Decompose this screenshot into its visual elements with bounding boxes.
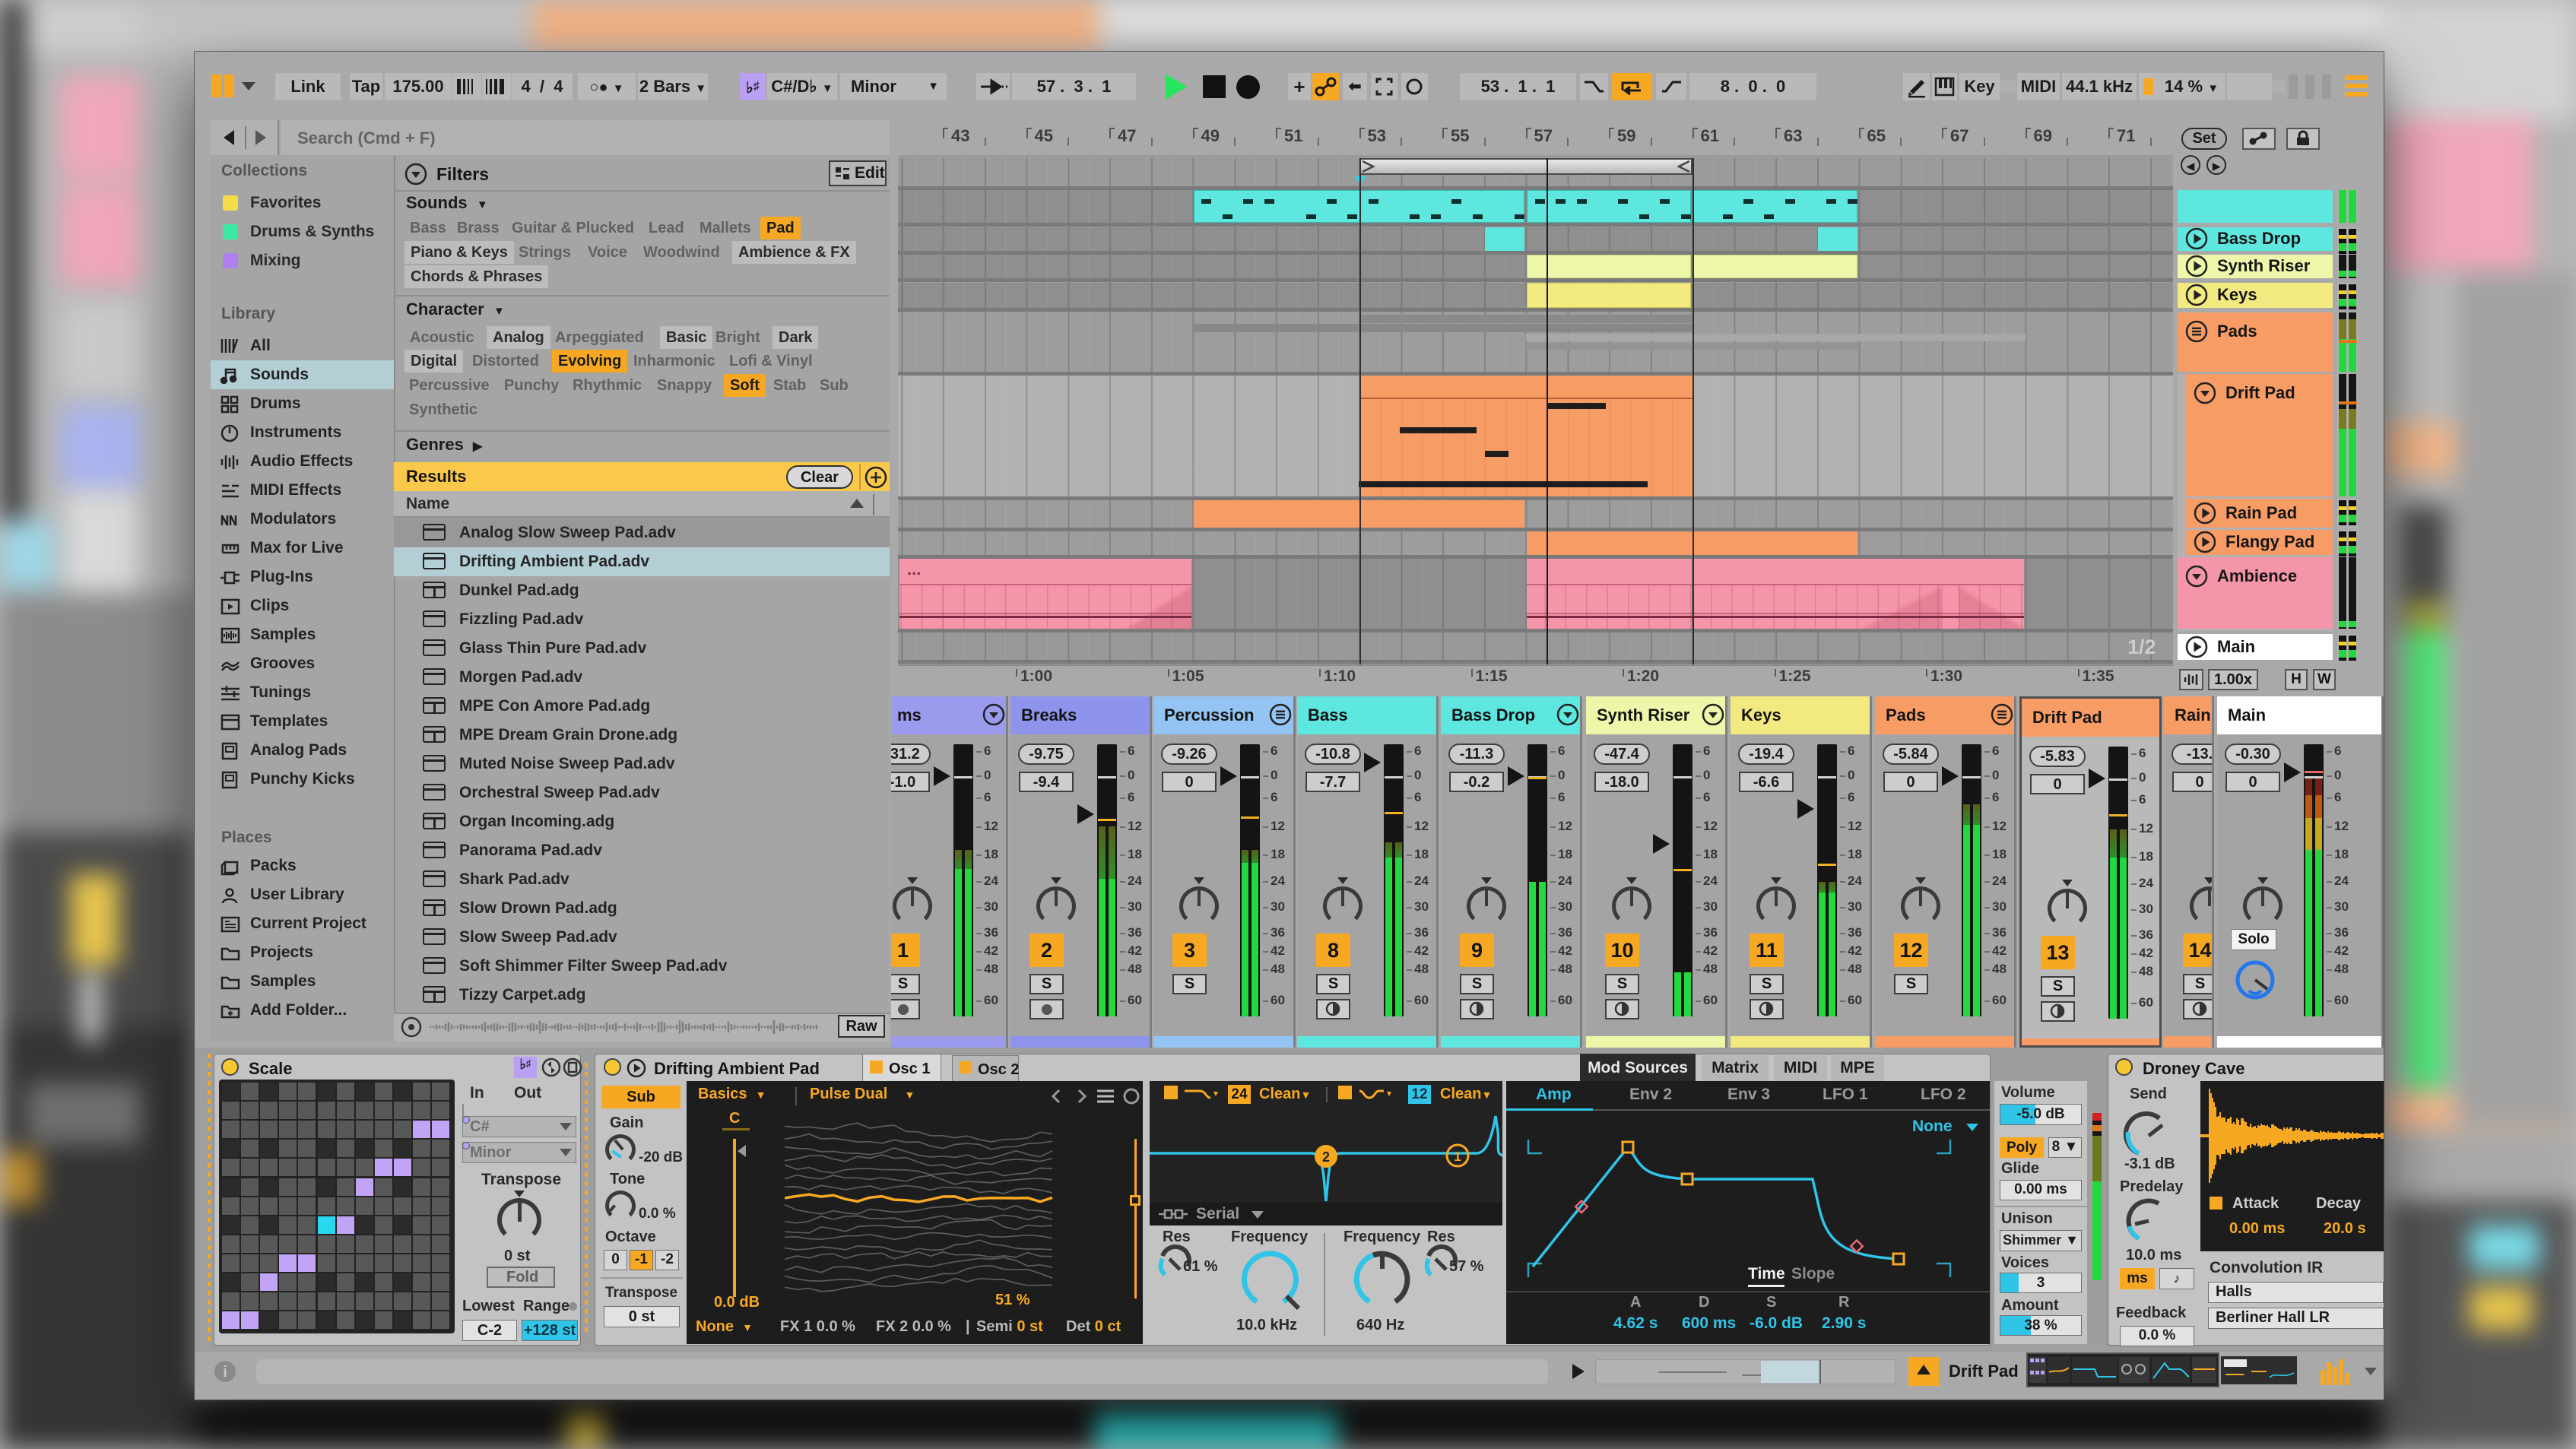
svg-text:57 %: 57 %: [1449, 1258, 1484, 1275]
svg-text:61 %: 61 %: [1183, 1258, 1218, 1275]
svg-text:1: 1: [1454, 1149, 1461, 1164]
svg-text:i: i: [223, 1364, 227, 1381]
svg-text:640 Hz: 640 Hz: [1356, 1317, 1404, 1333]
svg-text:2: 2: [1322, 1149, 1330, 1165]
svg-text:10.0 kHz: 10.0 kHz: [1236, 1317, 1297, 1333]
